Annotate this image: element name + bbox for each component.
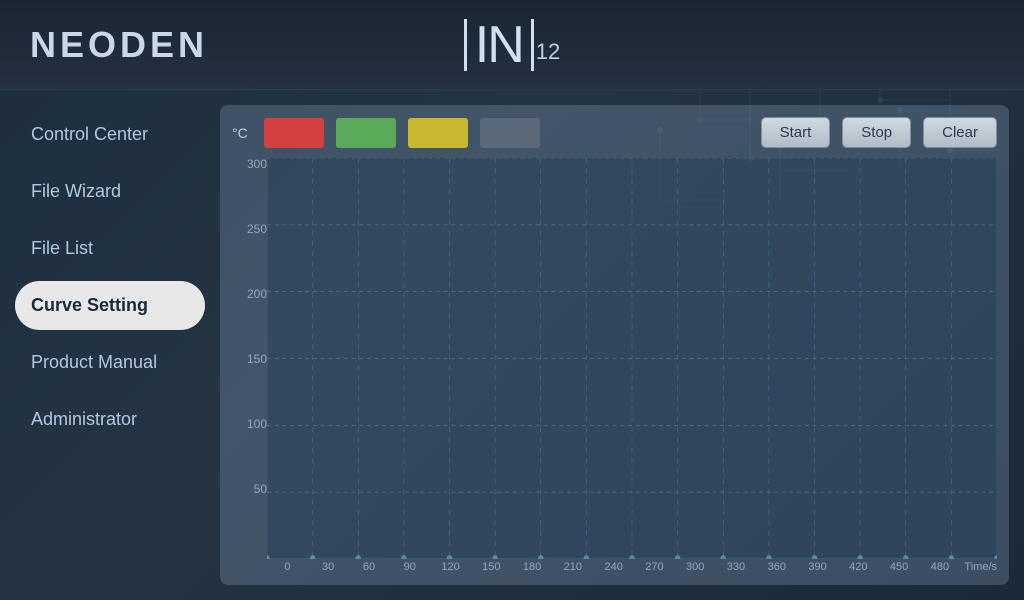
main-layout: Control Center File Wizard File List Cur… — [0, 90, 1024, 600]
sidebar-item-product-manual[interactable]: Product Manual — [15, 338, 205, 387]
header: NEODEN IN 12 — [0, 0, 1024, 90]
sidebar-item-curve-setting[interactable]: Curve Setting — [15, 281, 205, 330]
x-axis-labels: 0 30 60 90 120 150 180 210 240 270 300 3… — [267, 559, 997, 573]
swatch-red[interactable] — [264, 118, 324, 148]
x-label-0: 0 — [267, 561, 308, 573]
y-label-150: 150 — [232, 353, 267, 365]
x-labels-container: 0 30 60 90 120 150 180 210 240 270 300 3… — [267, 561, 960, 573]
unit-label: °C — [232, 125, 248, 141]
title-number: 12 — [536, 39, 560, 65]
start-button[interactable]: Start — [761, 117, 831, 148]
x-unit-label: Time/s — [964, 561, 997, 573]
brand-name: NEODEN — [30, 24, 208, 65]
x-label-90: 90 — [389, 561, 430, 573]
x-label-360: 360 — [756, 561, 797, 573]
sidebar-item-file-list[interactable]: File List — [15, 224, 205, 273]
y-label-200: 200 — [232, 288, 267, 300]
x-label-60: 60 — [349, 561, 390, 573]
stop-button[interactable]: Stop — [842, 117, 911, 148]
x-label-390: 390 — [797, 561, 838, 573]
logo: NEODEN — [30, 24, 208, 66]
chart-plot — [267, 158, 997, 559]
y-label-300: 300 — [232, 158, 267, 170]
x-label-180: 180 — [512, 561, 553, 573]
chart-grid-svg — [267, 158, 997, 559]
sidebar-item-administrator[interactable]: Administrator — [15, 395, 205, 444]
x-label-240: 240 — [593, 561, 634, 573]
x-label-450: 450 — [879, 561, 920, 573]
x-label-270: 270 — [634, 561, 675, 573]
x-label-330: 330 — [716, 561, 757, 573]
x-label-30: 30 — [308, 561, 349, 573]
chart-container: 300 250 200 150 100 50 — [232, 158, 997, 573]
y-label-50: 50 — [232, 483, 267, 495]
x-label-480: 480 — [920, 561, 961, 573]
title-letters: IN — [464, 19, 534, 71]
sidebar-item-file-wizard[interactable]: File Wizard — [15, 167, 205, 216]
x-label-120: 120 — [430, 561, 471, 573]
x-label-210: 210 — [552, 561, 593, 573]
chart-area: 300 250 200 150 100 50 — [232, 158, 997, 573]
swatch-green[interactable] — [336, 118, 396, 148]
x-label-300: 300 — [675, 561, 716, 573]
chart-grid-area: 0 30 60 90 120 150 180 210 240 270 300 3… — [267, 158, 997, 573]
y-label-250: 250 — [232, 223, 267, 235]
chart-toolbar: °C Start Stop Clear — [232, 117, 997, 148]
sidebar-item-control-center[interactable]: Control Center — [15, 110, 205, 159]
swatch-gray[interactable] — [480, 118, 540, 148]
x-label-150: 150 — [471, 561, 512, 573]
x-label-420: 420 — [838, 561, 879, 573]
sidebar: Control Center File Wizard File List Cur… — [15, 105, 205, 585]
y-axis: 300 250 200 150 100 50 — [232, 158, 267, 573]
y-label-100: 100 — [232, 418, 267, 430]
swatch-yellow[interactable] — [408, 118, 468, 148]
content-panel: °C Start Stop Clear 300 250 200 150 100 … — [220, 105, 1009, 585]
app-title: IN 12 — [464, 19, 560, 71]
clear-button[interactable]: Clear — [923, 117, 997, 148]
